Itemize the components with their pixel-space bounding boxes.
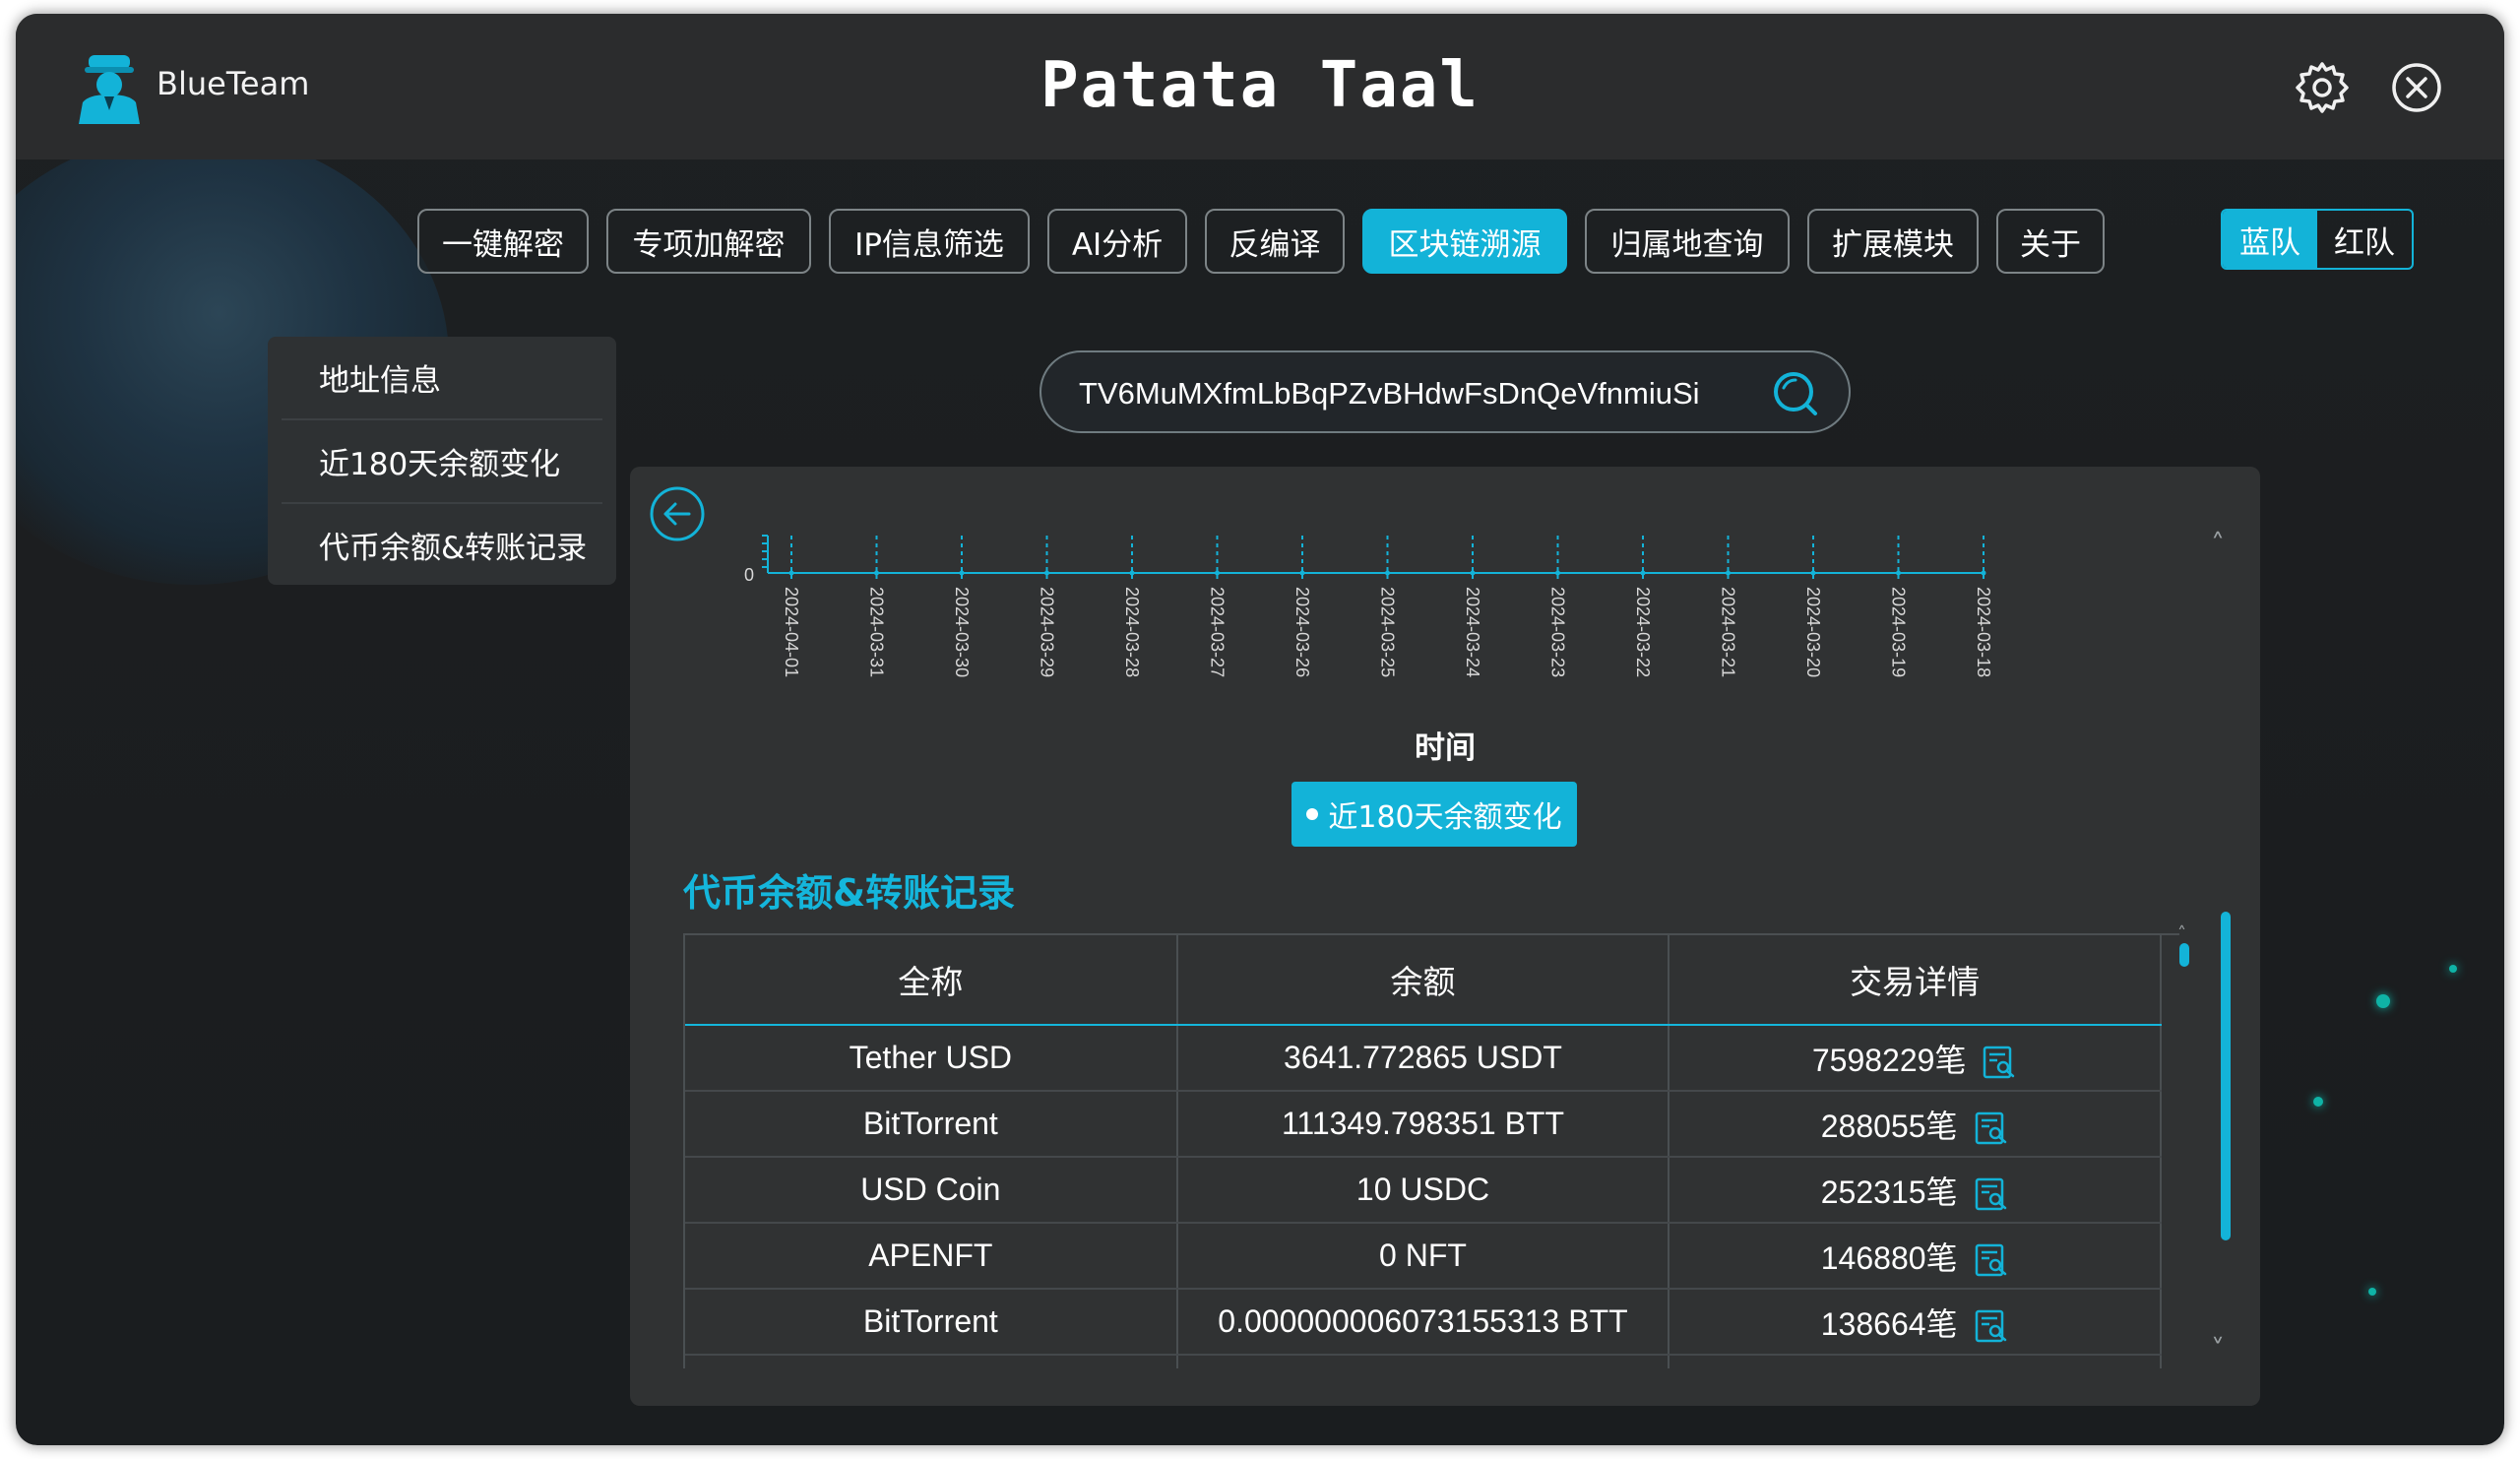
address-input[interactable]	[1077, 370, 1750, 417]
token-name-cell: APENFT	[685, 1223, 1178, 1290]
chart-x-axis-label: 时间	[1415, 730, 1476, 766]
table-row: Tether USD 3641.772865 USDT 7598229笔	[685, 1025, 2162, 1092]
x-tick-label: 2024-03-19	[1889, 587, 1909, 677]
column-header-balance[interactable]: 余额	[1176, 935, 1670, 1026]
gear-icon[interactable]	[2294, 59, 2351, 116]
blue-team-option[interactable]: 蓝队	[2223, 211, 2317, 268]
red-team-option[interactable]: 红队	[2317, 211, 2412, 268]
token-tx-cell: 109929笔	[1669, 1355, 2162, 1368]
x-tick-label: 2024-03-26	[1292, 587, 1312, 677]
view-details-icon[interactable]	[1974, 1176, 2009, 1212]
y-tick-label: 0	[744, 565, 754, 585]
nav-ai-analysis[interactable]: AI分析	[1047, 209, 1187, 274]
side-item-address-info[interactable]: 地址信息	[268, 337, 616, 417]
token-tx-cell: 252315笔	[1669, 1157, 2162, 1224]
app-title: Patata Taal	[1040, 49, 1480, 122]
table-scroll-thumb[interactable]	[2179, 943, 2189, 967]
tx-count: 138664笔	[1820, 1305, 1958, 1342]
token-balance-cell: 25000 WIN	[1176, 1355, 1670, 1368]
nav-location-query[interactable]: 归属地查询	[1585, 209, 1790, 274]
decor-dot	[2313, 1097, 2323, 1107]
side-menu: 地址信息 近180天余额变化 代币余额&转账记录	[268, 337, 616, 585]
view-details-icon[interactable]	[1974, 1110, 2009, 1146]
close-icon[interactable]	[2388, 59, 2445, 116]
nav-oneclick-decrypt[interactable]: 一键解密	[417, 209, 589, 274]
view-details-icon[interactable]	[1974, 1242, 2009, 1278]
side-item-token-records[interactable]: 代币余额&转账记录	[268, 504, 616, 585]
token-table-container: 全称 余额 交易详情 Tether USD 3641.772865 USDT 759…	[683, 933, 2179, 1368]
decor-dot	[2449, 965, 2457, 973]
x-tick-label: 2024-03-25	[1378, 587, 1398, 677]
nav-blockchain-trace[interactable]: 区块链溯源	[1362, 209, 1567, 274]
decor-dot	[2368, 1288, 2376, 1296]
table-scrollbar[interactable]: ˄	[2177, 923, 2191, 1366]
token-balance-cell: 10 USDC	[1176, 1157, 1670, 1224]
tx-count: 252315笔	[1820, 1174, 1958, 1210]
scroll-down-icon[interactable]: ˅	[2211, 1333, 2225, 1365]
main-nav: 一键解密 专项加解密 IP信息筛选 AI分析 反编译 区块链溯源 归属地查询 扩…	[16, 209, 2504, 278]
panel-scrollbar[interactable]	[2221, 912, 2231, 1240]
side-item-balance-180[interactable]: 近180天余额变化	[268, 420, 616, 501]
x-tick-label: 2024-03-28	[1122, 587, 1142, 677]
nav-about[interactable]: 关于	[1996, 209, 2105, 274]
token-tx-cell: 146880笔	[1669, 1223, 2162, 1290]
token-balance-cell: 111349.798351 BTT	[1176, 1091, 1670, 1158]
tx-count: 288055笔	[1820, 1108, 1958, 1144]
token-section-title: 代币余额&转账记录	[683, 871, 1016, 915]
table-row: BitTorrent 0.000000006073155313 BTT 138664…	[685, 1289, 2162, 1356]
tx-count: 146880笔	[1820, 1239, 1958, 1276]
token-name-cell: USD Coin	[685, 1157, 1178, 1224]
legend-label: 近180天余额变化	[1328, 800, 1562, 835]
x-tick-label: 2024-03-24	[1463, 587, 1482, 677]
token-balance-cell: 0.000000006073155313 BTT	[1176, 1289, 1670, 1356]
x-tick-label: 2024-03-30	[952, 587, 972, 677]
token-tx-cell: 7598229笔	[1669, 1025, 2162, 1092]
view-details-icon[interactable]	[1982, 1045, 2017, 1080]
app-window: BlueTeam Patata Taal 一键解密 专项加解密 IP信息筛选 A…	[16, 14, 2504, 1445]
x-tick-label: 2024-03-23	[1548, 587, 1568, 677]
content-panel: ˄ 0 2024-04-01 2024-03-31 2024-03-30 2024-03…	[630, 467, 2260, 1406]
table-header-row: 全称 余额 交易详情	[685, 935, 2162, 1026]
token-balance-cell: 3641.772865 USDT	[1176, 1025, 1670, 1092]
x-tick-label: 2024-03-27	[1208, 587, 1228, 677]
view-details-icon[interactable]	[1974, 1308, 2009, 1344]
table-row: WINK25000 WIN109929笔	[685, 1355, 2162, 1368]
nav-extension[interactable]: 扩展模块	[1807, 209, 1979, 274]
tx-count: 7598229笔	[1811, 1042, 1967, 1078]
x-tick-label: 2024-03-29	[1038, 587, 1057, 677]
column-header-details[interactable]: 交易详情	[1669, 935, 2162, 1026]
x-tick-label: 2024-03-31	[867, 587, 887, 677]
token-name-cell: Tether USD	[685, 1025, 1178, 1092]
token-name-cell: WINK	[685, 1355, 1178, 1368]
team-toggle: 蓝队 红队	[2221, 209, 2414, 270]
token-tx-cell: 288055笔	[1669, 1091, 2162, 1158]
table-row: BitTorrent 111349.798351 BTT 288055笔	[685, 1091, 2162, 1158]
token-table: 全称 余额 交易详情 Tether USD 3641.772865 USDT 759…	[685, 935, 2162, 1368]
x-tick-label: 2024-03-18	[1974, 587, 1993, 677]
search-icon[interactable]	[1770, 368, 1821, 419]
table-row: USD Coin 10 USDC 252315笔	[685, 1157, 2162, 1224]
nav-ip-filter[interactable]: IP信息筛选	[829, 209, 1030, 274]
x-tick-label: 2024-03-21	[1719, 587, 1738, 677]
title-bar: BlueTeam Patata Taal	[16, 14, 2504, 159]
scroll-up-small-icon[interactable]: ˄	[2177, 923, 2186, 944]
token-name-cell: BitTorrent	[685, 1091, 1178, 1158]
decor-dot	[2376, 994, 2390, 1008]
column-header-name[interactable]: 全称	[685, 935, 1178, 1026]
token-balance-cell: 0 NFT	[1176, 1223, 1670, 1290]
x-tick-label: 2024-03-20	[1803, 587, 1823, 677]
token-tx-cell: 138664笔	[1669, 1289, 2162, 1356]
chart-legend-toggle[interactable]: 近180天余额变化	[1292, 782, 1577, 847]
token-name-cell: BitTorrent	[685, 1289, 1178, 1356]
table-row: APENFT 0 NFT 146880笔	[685, 1223, 2162, 1290]
legend-dot-icon	[1306, 808, 1319, 820]
address-search	[1040, 350, 1851, 433]
x-tick-label: 2024-04-01	[782, 587, 801, 677]
x-tick-label: 2024-03-22	[1633, 587, 1653, 677]
nav-special-crypto[interactable]: 专项加解密	[606, 209, 811, 274]
nav-decompile[interactable]: 反编译	[1205, 209, 1345, 274]
